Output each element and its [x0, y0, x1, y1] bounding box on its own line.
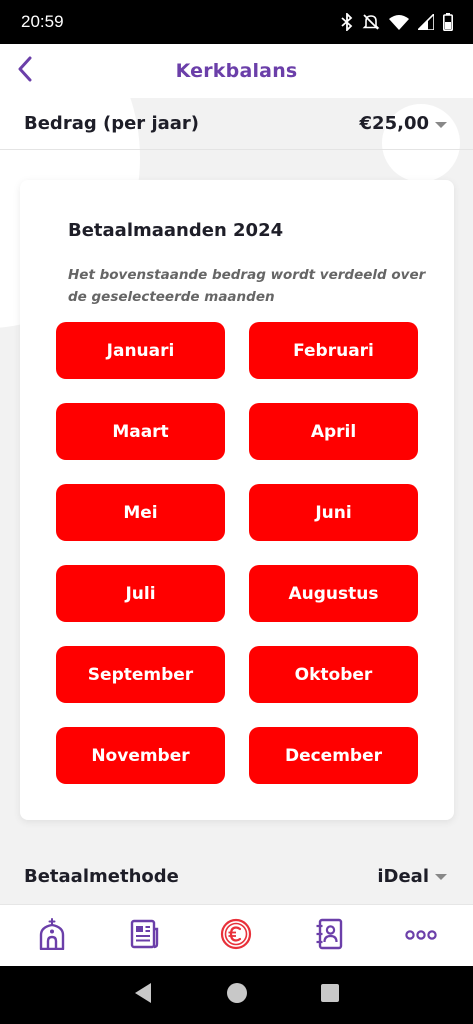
wifi-icon	[389, 14, 409, 30]
amount-label: Bedrag (per jaar)	[24, 113, 200, 134]
page-title: Kerkbalans	[175, 60, 298, 82]
nav-item-giving[interactable]	[211, 911, 261, 961]
card-note: Het bovenstaande bedrag wordt verdeeld o…	[68, 267, 426, 305]
month-button-juni[interactable]: Juni	[249, 484, 418, 541]
payment-method-value: iDeal	[377, 865, 429, 887]
card-title: Betaalmaanden 2024	[68, 220, 284, 241]
mute-icon	[362, 13, 380, 31]
system-home-button[interactable]	[217, 975, 257, 1015]
month-button-september[interactable]: September	[56, 646, 225, 703]
month-button-maart[interactable]: Maart	[56, 403, 225, 460]
nav-item-more[interactable]	[396, 911, 446, 961]
month-button-oktober[interactable]: Oktober	[249, 646, 418, 703]
status-icons	[341, 13, 453, 31]
system-recents-button[interactable]	[310, 975, 350, 1015]
month-button-augustus[interactable]: Augustus	[249, 565, 418, 622]
payment-method-dropdown[interactable]: iDeal	[377, 866, 447, 887]
back-button[interactable]	[8, 54, 42, 88]
circle-home-icon	[226, 982, 248, 1008]
payment-method-label: Betaalmethode	[24, 865, 179, 887]
signal-icon	[418, 14, 434, 30]
content-area: Bedrag (per jaar) €25,00 Betaalmaanden 2…	[0, 98, 473, 904]
status-bar: 20:59	[0, 0, 473, 44]
dropdown-arrow-icon	[435, 874, 447, 880]
amount-value: €25,00	[359, 113, 429, 134]
payment-method-row[interactable]: Betaalmethode iDeal	[0, 848, 473, 904]
more-icon	[405, 926, 437, 945]
chevron-left-icon	[17, 56, 33, 86]
bluetooth-icon	[341, 13, 353, 31]
month-button-april[interactable]: April	[249, 403, 418, 460]
amount-dropdown[interactable]: €25,00	[360, 113, 447, 134]
square-recents-icon	[320, 983, 340, 1007]
system-nav	[0, 966, 473, 1024]
app-header: Kerkbalans	[0, 44, 473, 98]
bottom-nav	[0, 904, 473, 966]
system-back-button[interactable]	[123, 975, 163, 1015]
nav-item-contacts[interactable]	[304, 911, 354, 961]
month-button-juli[interactable]: Juli	[56, 565, 225, 622]
months-card: Betaalmaanden 2024 Het bovenstaande bedr…	[20, 180, 454, 820]
contacts-icon	[314, 918, 344, 954]
month-button-december[interactable]: December	[249, 727, 418, 784]
amount-row[interactable]: Bedrag (per jaar) €25,00	[0, 98, 473, 150]
church-icon	[38, 917, 66, 954]
nav-item-news[interactable]	[119, 911, 169, 961]
nav-item-church[interactable]	[27, 911, 77, 961]
month-button-februari[interactable]: Februari	[249, 322, 418, 379]
month-button-mei[interactable]: Mei	[56, 484, 225, 541]
month-button-januari[interactable]: Januari	[56, 322, 225, 379]
battery-icon	[443, 13, 453, 31]
euro-icon	[220, 918, 252, 954]
status-time: 20:59	[21, 12, 64, 31]
triangle-back-icon	[133, 982, 153, 1008]
month-button-november[interactable]: November	[56, 727, 225, 784]
months-grid: Januari Februari Maart April Mei Juni Ju…	[56, 322, 418, 784]
news-icon	[129, 919, 159, 953]
dropdown-arrow-icon	[435, 121, 447, 128]
